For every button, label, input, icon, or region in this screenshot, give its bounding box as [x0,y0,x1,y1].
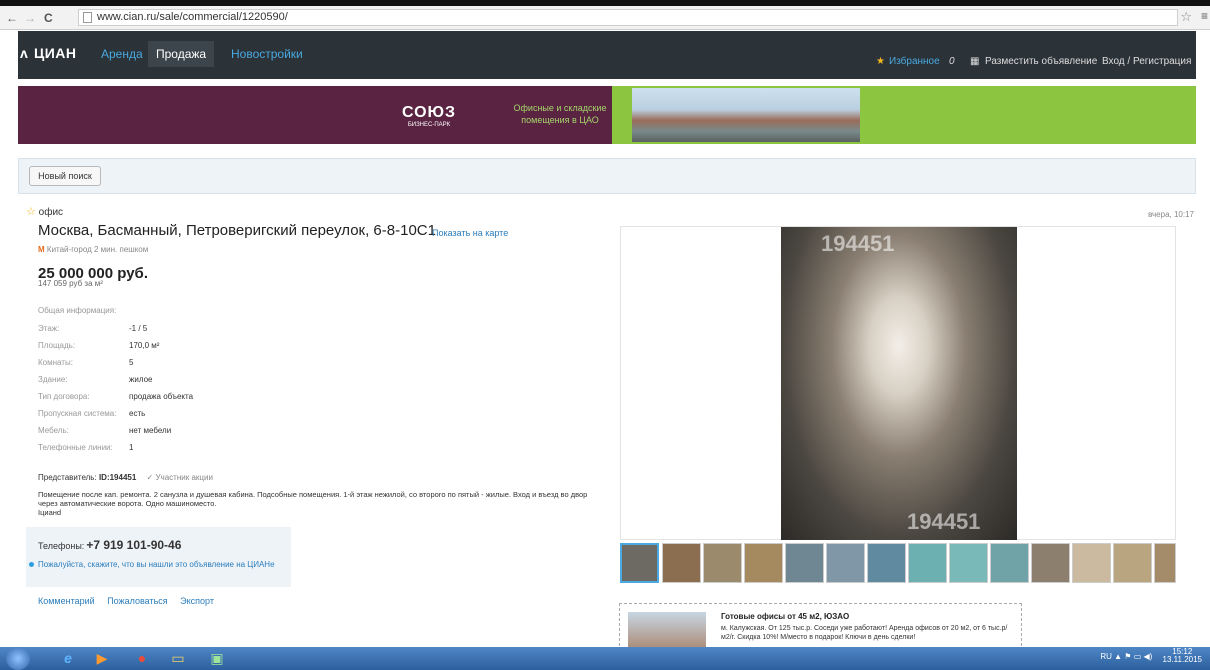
listing-date: вчера, 10:17 [1148,210,1194,219]
paint-icon[interactable]: ▣ [205,649,229,668]
info-row: Телефонные линии: 1 [38,443,134,452]
thumbnail[interactable] [1072,543,1111,583]
forward-button[interactable]: → [24,11,36,25]
banner-photo [632,88,860,142]
price-per-sqm: 147 059 руб за м² [38,279,103,288]
address-bar[interactable]: www.cian.ru/sale/commercial/1220590/ [78,9,1178,26]
new-search-button[interactable]: Новый поиск [29,166,101,186]
ad-image [628,612,706,652]
main-photo[interactable]: 194451 194451 [781,227,1017,540]
thumbnail[interactable] [908,543,947,583]
ad-text: м. Калужская. От 125 тыс.р. Соседи уже р… [721,625,1008,641]
thumbnail[interactable] [703,543,742,583]
flag-icon[interactable]: ⚑ [1124,652,1131,661]
post-ad-link[interactable]: Разместить объявление [985,56,1097,67]
thumbnail-strip [620,543,1176,583]
system-tray: RU ▲ ⚑ ▭ ◀) 15:12 13.11.2015 [1100,648,1202,664]
favorites-count: 0 [949,56,955,67]
nav-sale[interactable]: Продажа [148,41,215,67]
agent-id[interactable]: ID:194451 [99,473,136,482]
reload-button[interactable]: C [44,11,53,25]
watermark-bottom: 194451 [907,509,981,534]
photo-gallery: 194451 194451 [620,226,1176,540]
favorite-star-icon[interactable]: ☆ [26,206,36,218]
post-ad-icon: ▦ [970,56,980,67]
phone-box: Телефоны: +7 919 101-90-46 Пожалуйста, ск… [26,527,291,587]
watermark-top: 194451 [821,231,895,256]
thumbnail[interactable] [949,543,988,583]
network-icon[interactable]: ▭ [1134,652,1142,661]
banner-tagline: Офисные и складские помещения в ЦАО [513,103,607,125]
chrome-icon[interactable]: ● [130,649,154,668]
thumbnail[interactable] [867,543,906,583]
listing-actions: Комментарий Пожаловаться Экспорт [38,596,224,606]
description-sign: Iцианd [38,508,62,517]
search-bar: Новый поиск [18,158,1196,194]
listing-type: ☆ офис [26,206,64,218]
info-row: Здание: жилое [38,375,153,384]
complain-link[interactable]: Пожаловаться [107,596,167,606]
menu-icon[interactable]: ≡ [1201,9,1208,23]
thumbnail[interactable] [1031,543,1070,583]
start-button[interactable] [6,647,30,670]
thumbnail[interactable] [620,543,659,583]
language-indicator[interactable]: RU [1100,652,1112,661]
url-text: www.cian.ru/sale/commercial/1220590/ [97,11,288,23]
listing-description: Помещение после кап. ремонта. 2 санузла … [38,490,598,517]
folder-icon[interactable]: ▭ [166,649,190,668]
info-row: Площадь: 170,0 м² [38,341,160,350]
metro-info: М Китай-город 2 мин. пешком [38,245,149,254]
phone-note: Пожалуйста, скажите, что вы нашли это об… [29,560,275,569]
thumbnail[interactable] [826,543,865,583]
favorites-star-icon: ★ [876,56,885,67]
login-link[interactable]: Вход / Регистрация [1102,56,1191,67]
agent-info: Представитель: ID:194451 ✓ Участник акци… [38,473,213,482]
favorites-link[interactable]: Избранное [889,56,940,67]
info-row: Комнаты: 5 [38,358,134,367]
thumbnail[interactable] [744,543,783,583]
comment-link[interactable]: Комментарий [38,596,95,606]
banner-logo: СОЮЗ БИЗНЕС-ПАРК [401,104,457,128]
volume-icon[interactable]: ◀) [1143,652,1152,661]
site-header: ᴧ ЦИАН Аренда Продажа Новостройки ★ Избра… [18,31,1196,79]
info-dot-icon [29,562,34,567]
sidebar-ad[interactable]: Готовые офисы от 45 м2, ЮЗАО м. Калужска… [619,603,1022,652]
check-icon: ✓ [146,473,154,482]
promo-badge: ✓ Участник акции [146,473,213,482]
tray-arrow-icon[interactable]: ▲ [1114,652,1122,661]
ad-banner[interactable]: СОЮЗ БИЗНЕС-ПАРК Офисные и складские пом… [18,86,1196,144]
bookmark-star-icon[interactable]: ☆ [1180,9,1192,25]
thumbnail[interactable] [785,543,824,583]
site-logo[interactable]: ᴧ ЦИАН [20,45,77,61]
nav-new-buildings[interactable]: Новостройки [231,47,303,61]
listing-details: ☆ офис Москва, Басманный, Петроверигский… [26,205,596,606]
info-row: Этаж: -1 / 5 [38,324,148,333]
phone-number[interactable]: +7 919 101-90-46 [86,538,181,552]
info-table: Общая информация: Этаж: -1 / 5 Площадь: 17… [38,306,338,460]
thumbnail[interactable] [990,543,1029,583]
thumbnail[interactable] [1113,543,1152,583]
back-button[interactable]: ← [6,11,18,25]
thumbnail[interactable] [1154,543,1176,583]
thumbnail[interactable] [662,543,701,583]
ad-title: Готовые офисы от 45 м2, ЮЗАО [721,612,850,621]
phone-label: Телефоны: +7 919 101-90-46 [38,538,182,552]
ie-icon[interactable]: e [56,649,80,668]
page-icon [83,12,92,23]
info-row: Пропускная система: есть [38,409,146,418]
clock[interactable]: 15:12 13.11.2015 [1163,648,1202,664]
show-map-link[interactable]: Показать на карте [432,228,508,238]
window-top-bar [0,0,1210,6]
media-player-icon[interactable]: ▶ [90,649,114,668]
metro-icon: М [38,245,45,254]
browser-toolbar: ← → C www.cian.ru/sale/commercial/122059… [0,0,1210,30]
nav-rent[interactable]: Аренда [101,47,143,61]
person-icon: ᴧ [20,45,29,61]
export-link[interactable]: Экспорт [180,596,214,606]
info-row: Тип договора: продажа объекта [38,392,194,401]
listing-address: Москва, Басманный, Петроверигский переул… [38,222,436,239]
os-taskbar: e ▶ ● ▭ ▣ RU ▲ ⚑ ▭ ◀) 15:12 13.11.2015 [0,647,1210,670]
info-heading: Общая информация: [38,306,117,315]
info-row: Мебель: нет мебели [38,426,172,435]
